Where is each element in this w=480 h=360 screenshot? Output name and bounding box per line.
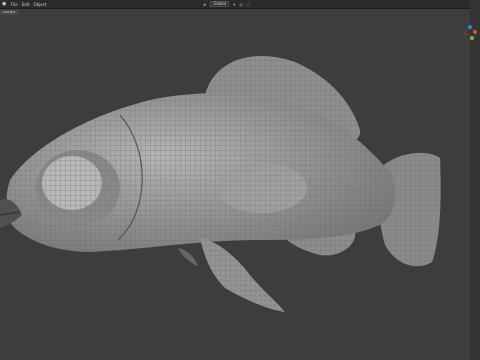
transform-global-icon[interactable]: ⊕ <box>203 2 206 7</box>
snap-icon[interactable]: ⌖ <box>233 2 235 7</box>
blender-logo-icon[interactable]: ◉ <box>2 1 7 7</box>
menu-file[interactable]: File <box>11 2 18 7</box>
object-origin[interactable] <box>270 173 274 177</box>
viewport-header-tools: ⊕ Global ⌖ ◎ ◌ <box>203 1 250 7</box>
fish-pectoral-bulge <box>217 163 307 213</box>
fish-eye <box>36 150 120 226</box>
proportional-edit-icon[interactable]: ◎ <box>239 2 243 7</box>
3d-viewport[interactable] <box>0 15 470 360</box>
right-sidebar <box>470 0 480 360</box>
fish-pelvic-fin <box>178 238 285 312</box>
gizmo-x-axis[interactable] <box>473 30 477 34</box>
overlay-icon[interactable]: ◌ <box>247 2 251 7</box>
menu-edit[interactable]: Edit <box>22 2 30 7</box>
menu-object[interactable]: Object <box>33 2 46 7</box>
gizmo-y-axis[interactable] <box>470 36 474 40</box>
transform-orientation-dropdown[interactable]: Global <box>210 1 230 7</box>
add-box-tab[interactable]: Add Box <box>0 9 19 15</box>
